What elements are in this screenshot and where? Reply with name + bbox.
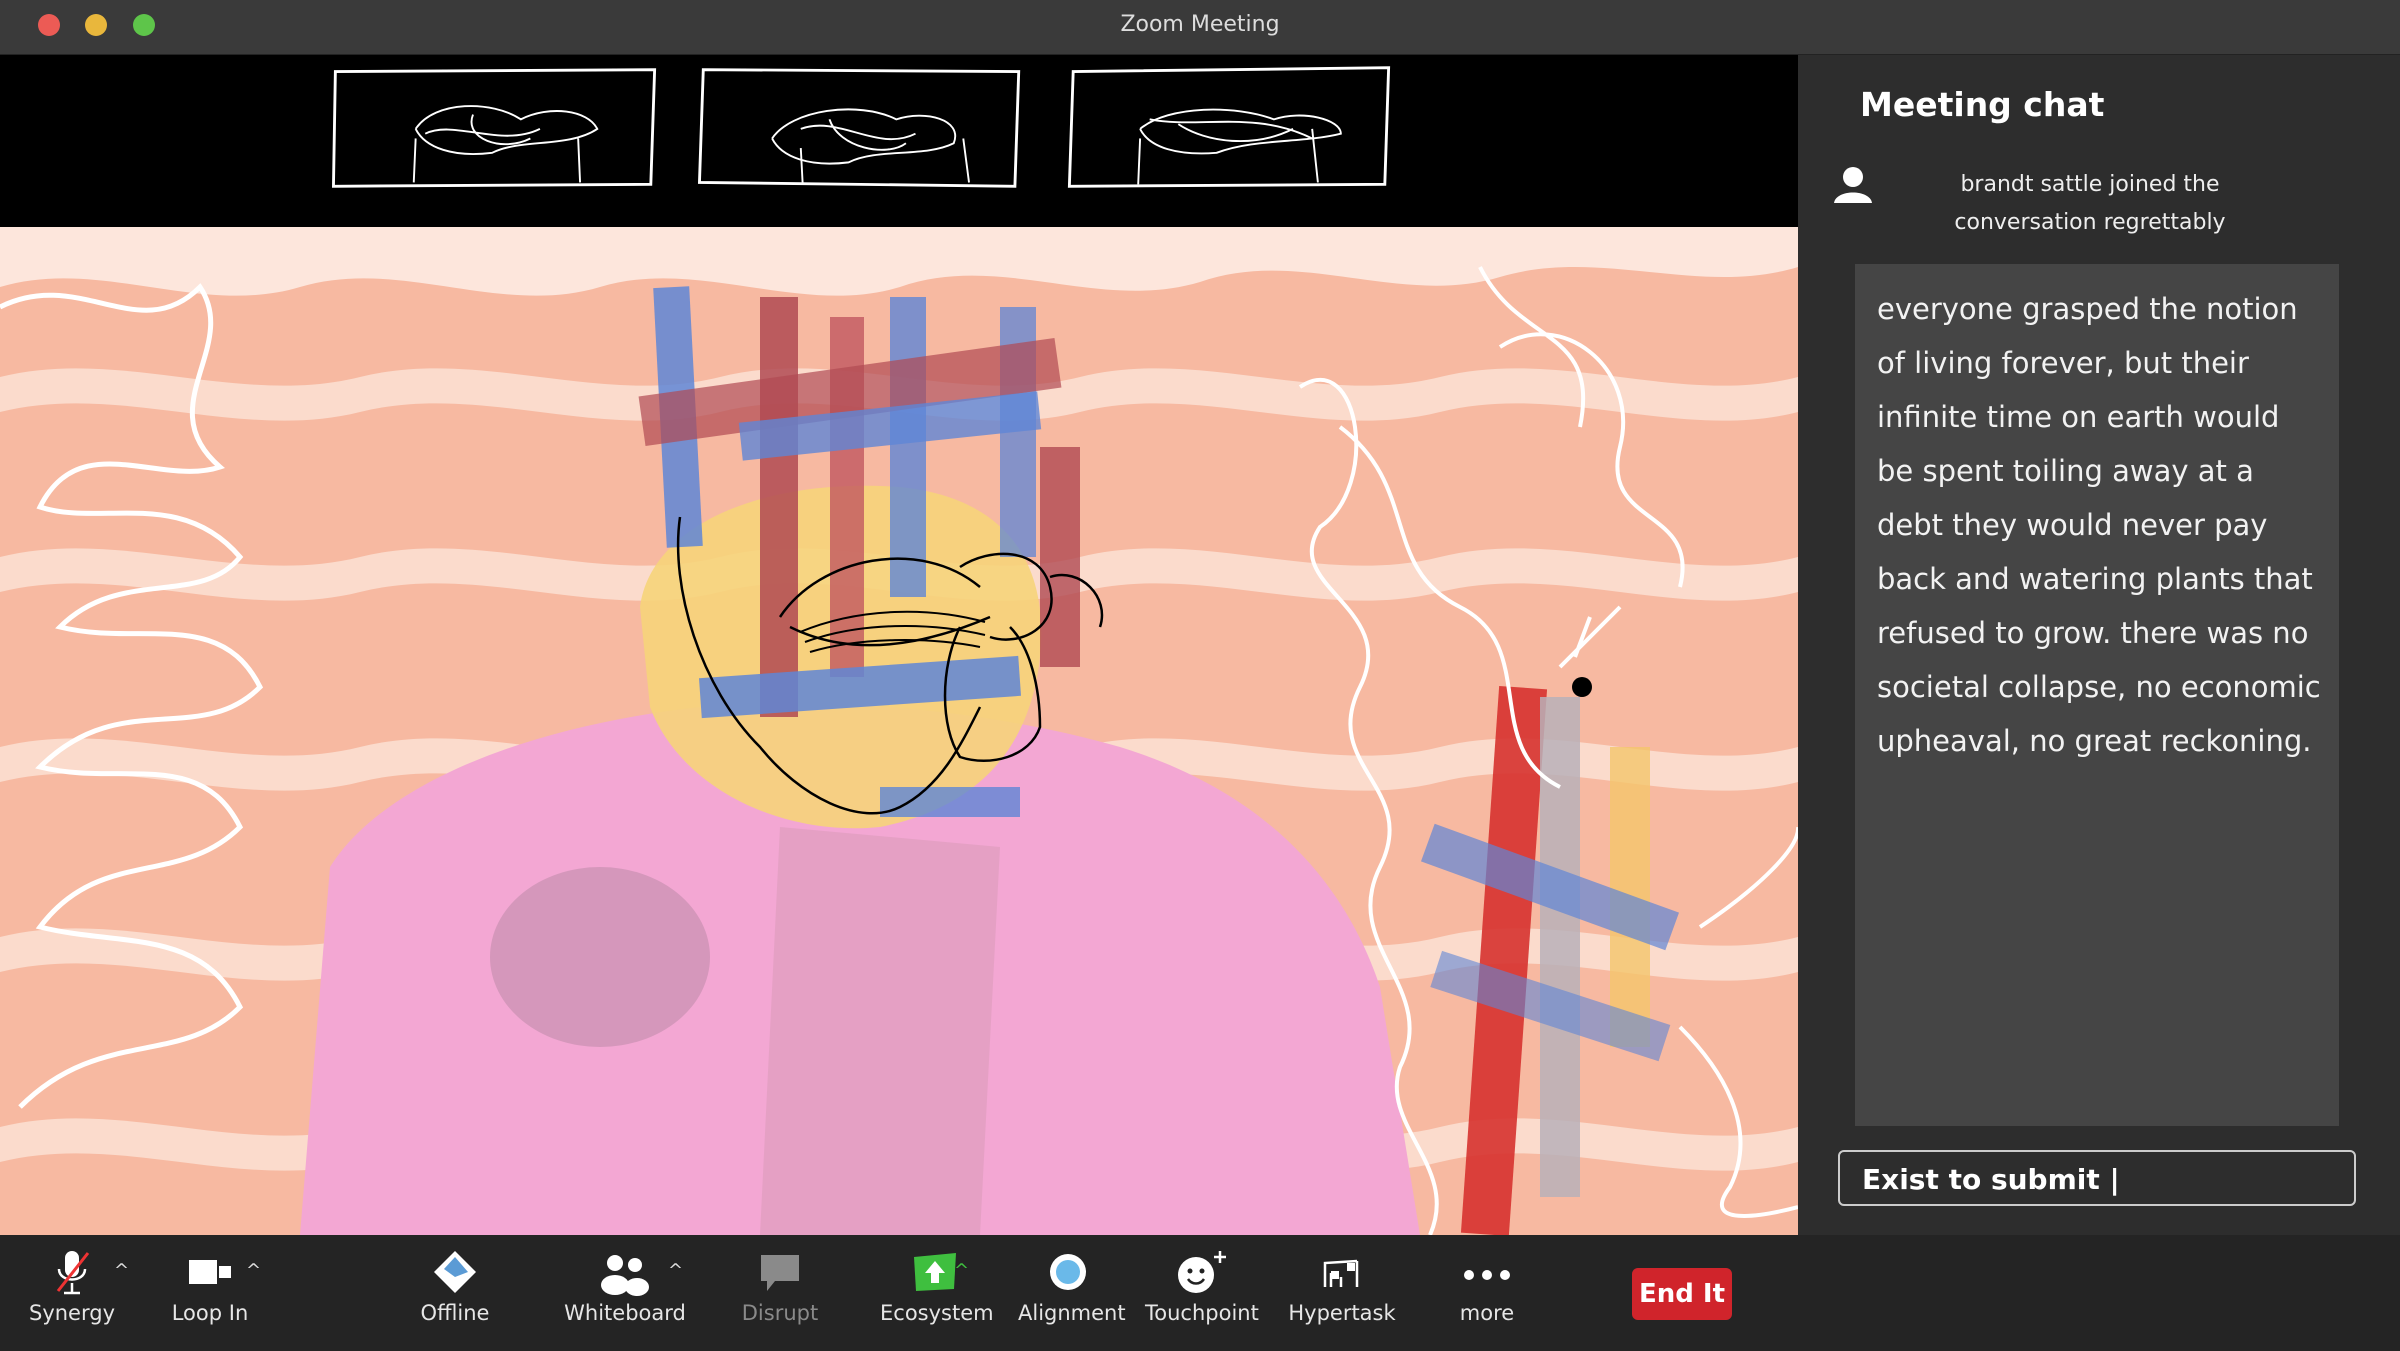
touchpoint-button[interactable]: Touchpoint [1145,1245,1259,1325]
disrupt-button[interactable]: Disrupt [730,1245,830,1325]
loop-in-button[interactable]: Loop In [160,1245,260,1325]
alignment-label: Alignment [1018,1301,1126,1325]
touchpoint-label: Touchpoint [1145,1301,1259,1325]
more-icon [1464,1270,1510,1280]
loop-in-label: Loop In [171,1301,249,1325]
whiteboard-button[interactable]: Whiteboard [560,1245,690,1325]
apps-icon [1323,1259,1359,1287]
offline-label: Offline [420,1301,490,1325]
participant-thumbnail-3[interactable] [1056,62,1402,192]
share-options-caret[interactable]: ^ [954,1260,969,1281]
hypertask-label: Hypertask [1288,1301,1396,1325]
main-video-feed[interactable] [0,227,1798,1235]
system-join-message: brandt sattle joined the conversation re… [1954,172,2226,235]
more-label: more [1459,1301,1515,1325]
participants-options-caret[interactable]: ^ [668,1260,683,1281]
window-title: Zoom Meeting [1120,12,1280,37]
video-camera-icon [189,1260,231,1284]
ecosystem-button[interactable]: Ecosystem [880,1245,994,1325]
chat-bubble-icon [761,1255,799,1291]
participant-thumbnail-1[interactable] [322,62,668,192]
end-meeting-button[interactable]: End It [1632,1268,1732,1320]
alignment-button[interactable]: Alignment [1018,1245,1126,1325]
participants-icon [601,1255,649,1296]
hypertask-button[interactable]: Hypertask [1282,1245,1402,1325]
user-avatar-icon [1834,167,1872,203]
audio-options-caret[interactable]: ^ [114,1260,129,1281]
diamond-icon [434,1251,476,1293]
chat-input-value[interactable]: Exist to submit | [1862,1163,2120,1196]
video-options-caret[interactable]: ^ [246,1260,261,1281]
whiteboard-label: Whiteboard [564,1301,686,1325]
disrupt-label: Disrupt [741,1301,819,1325]
painted-speaker-artwork [0,227,1798,1235]
ecosystem-label: Ecosystem [880,1301,994,1325]
reaction-icon [1178,1251,1226,1293]
chat-title: Meeting chat [1860,85,2105,124]
share-screen-icon [914,1253,956,1291]
more-button[interactable]: more [1437,1245,1537,1325]
participant-thumbnail-2[interactable] [688,62,1034,192]
record-icon [1050,1254,1086,1290]
synergy-label: Synergy [28,1301,115,1325]
chat-message-text: everyone grasped the notion of living fo… [1877,292,2321,758]
synergy-button[interactable]: Synergy [22,1245,122,1325]
offline-button[interactable]: Offline [405,1245,505,1325]
microphone-muted-icon [56,1251,90,1295]
